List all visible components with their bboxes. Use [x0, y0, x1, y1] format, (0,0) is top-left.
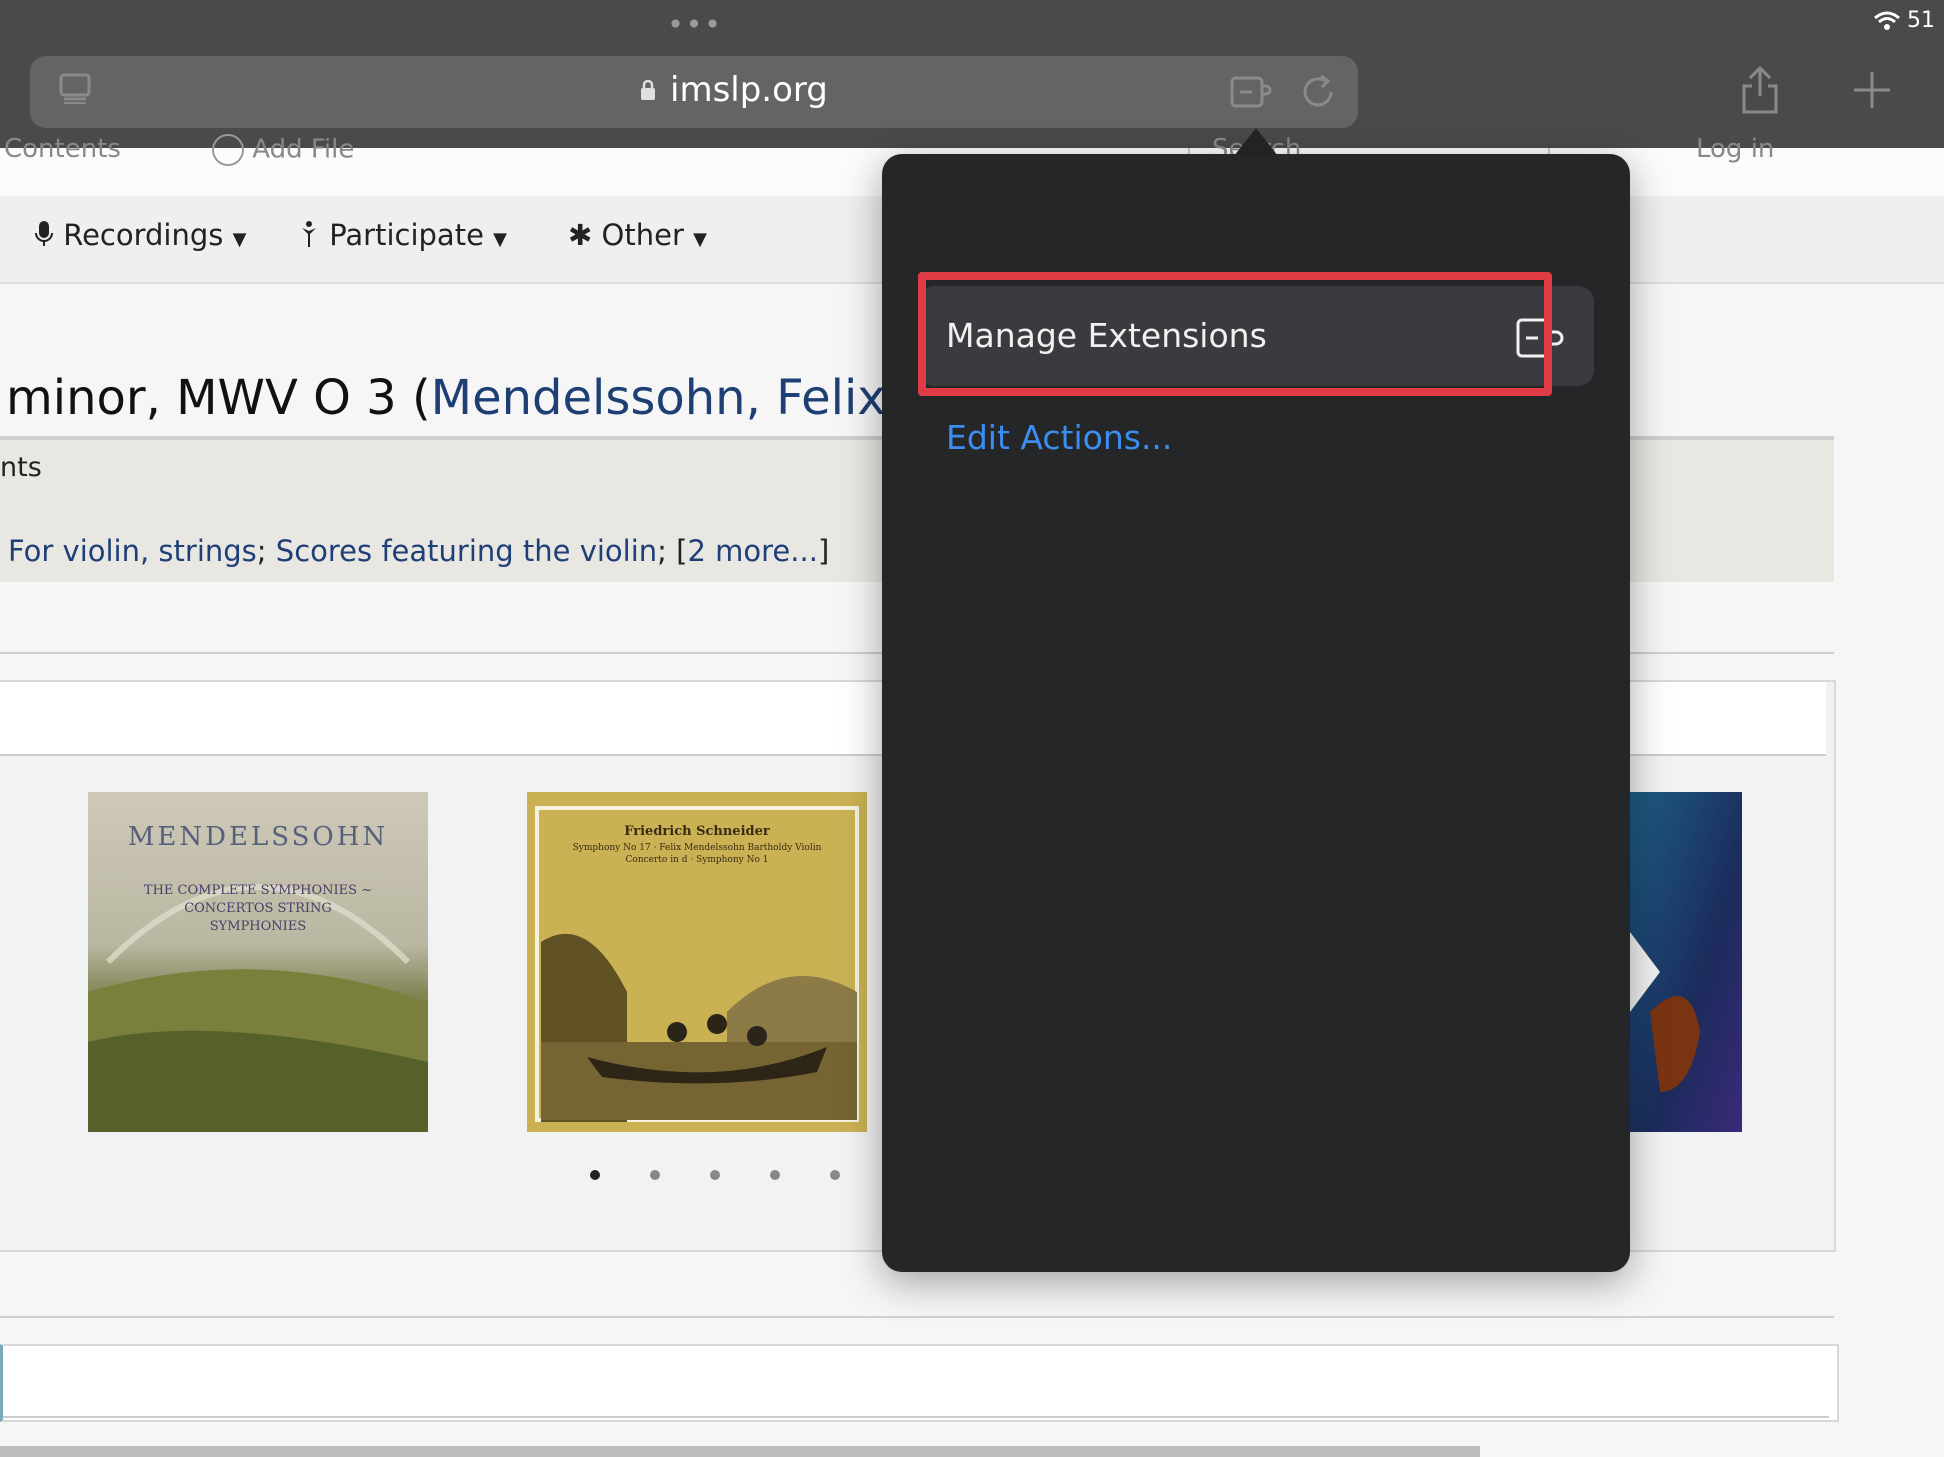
edit-actions-link[interactable]: Edit Actions... — [946, 418, 1172, 457]
album-cover[interactable]: MENDELSSOHN THE COMPLETE SYMPHONIES ~ CO… — [88, 792, 428, 1132]
nav-recordings[interactable]: Recordings ▼ — [34, 218, 246, 252]
divider — [3, 1416, 1829, 1418]
multitask-dots[interactable]: ••• — [660, 8, 730, 41]
sidebar-icon[interactable] — [58, 70, 92, 114]
section-box — [0, 1344, 1839, 1422]
plus-icon[interactable] — [1852, 70, 1892, 114]
album-cover[interactable] — [1630, 792, 1742, 1132]
status-bar-right: 51 — [1874, 8, 1944, 38]
nav-participate[interactable]: Participate ▼ — [298, 218, 507, 252]
album-subtitle: THE COMPLETE SYMPHONIES ~ CONCERTOS STRI… — [143, 883, 373, 934]
horizontal-scrollbar[interactable] — [0, 1446, 1480, 1457]
page-dot[interactable] — [650, 1170, 660, 1180]
asterisk-icon: ✱ — [568, 218, 593, 252]
category-link[interactable]: For violin, strings — [8, 534, 257, 568]
page-dot[interactable] — [710, 1170, 720, 1180]
nav-contents[interactable]: Contents — [4, 134, 121, 164]
album-cover[interactable]: Friedrich Schneider Symphony No 17 · Fel… — [527, 792, 867, 1132]
add-icon — [212, 134, 244, 166]
person-icon — [302, 221, 316, 247]
info-text: nts — [0, 452, 42, 483]
popover-arrow — [1234, 128, 1278, 156]
reload-icon[interactable] — [1300, 72, 1338, 116]
page-dot[interactable] — [830, 1170, 840, 1180]
url-text[interactable]: imslp.org — [670, 70, 828, 110]
address-bar[interactable]: imslp.org — [30, 56, 1358, 128]
battery-text: 51 — [1907, 8, 1935, 33]
album-subtitle: Symphony No 17 · Felix Mendelssohn Barth… — [572, 843, 822, 865]
composer-link[interactable]: Mendelssohn, Felix — [431, 370, 886, 426]
more-categories-link[interactable]: 2 more... — [687, 534, 817, 568]
page-dot[interactable] — [770, 1170, 780, 1180]
album-title: Friedrich Schneider — [624, 824, 770, 839]
nav-login[interactable]: Log in — [1696, 134, 1774, 164]
chevron-down-icon: ▼ — [493, 229, 507, 250]
page-title: minor, MWV O 3 (Mendelssohn, Felix) — [6, 370, 904, 426]
share-icon[interactable] — [1738, 64, 1782, 120]
browser-toolbar: ••• 51 imslp.org — [0, 0, 1944, 148]
chevron-down-icon: ▼ — [693, 229, 707, 250]
divider — [0, 1316, 1834, 1318]
nav-other[interactable]: ✱ Other ▼ — [568, 218, 707, 252]
highlight-box — [918, 272, 1552, 396]
carousel-pagination — [590, 1170, 840, 1182]
album-title: MENDELSSOHN — [127, 822, 389, 852]
microphone-icon — [35, 221, 53, 246]
extension-icon[interactable] — [1230, 72, 1274, 116]
categories-line: For violin, strings; Scores featuring th… — [8, 534, 830, 568]
category-link[interactable]: Scores featuring the violin — [276, 534, 657, 568]
wifi-icon — [1874, 11, 1900, 30]
nav-add-file[interactable]: Add File — [212, 134, 354, 166]
chevron-down-icon: ▼ — [232, 229, 247, 250]
lock-icon — [641, 80, 655, 100]
page-dot-active[interactable] — [590, 1170, 600, 1180]
